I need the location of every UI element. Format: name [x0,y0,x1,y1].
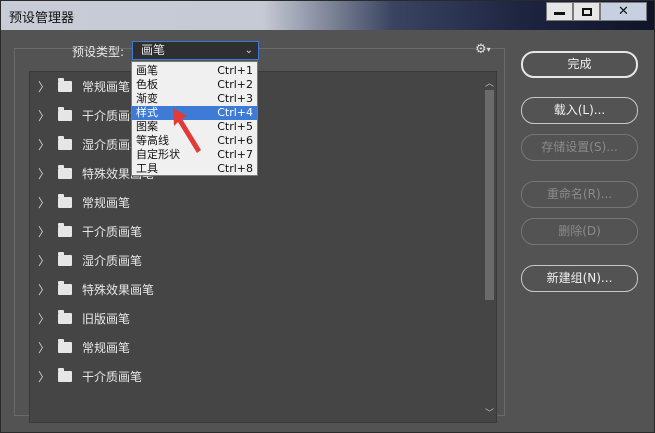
list-item-label: 干介质画笔 [82,225,143,239]
expand-arrow-icon[interactable]: 〉 [38,368,54,385]
option-label: 色板 [136,78,158,91]
scroll-up-icon[interactable]: ︿ [485,76,494,89]
folder-icon [58,252,72,266]
list-item-label: 常规画笔 [82,341,131,355]
minimize-button[interactable] [546,2,573,21]
list-item-label: 常规画笔 [82,196,131,210]
dropdown-option-gradients[interactable]: 渐变 Ctrl+3 [132,92,257,106]
option-shortcut: Ctrl+3 [217,92,253,105]
expand-arrow-icon[interactable]: 〉 [38,310,54,327]
title-bar[interactable]: 预设管理器 ✕ [1,1,654,30]
list-item[interactable]: 〉 常规画笔 [30,333,480,362]
option-label: 工具 [136,162,158,175]
folder-icon [58,281,72,295]
close-button[interactable]: ✕ [600,2,647,21]
expand-arrow-icon[interactable]: 〉 [38,165,54,182]
option-label: 渐变 [136,92,158,105]
chevron-down-icon: ⌄ [244,45,253,56]
maximize-button[interactable] [573,2,600,21]
annotation-arrow-icon [173,108,201,153]
folder-icon [58,310,72,324]
option-label: 画笔 [136,64,158,77]
list-item[interactable]: 〉 干介质画笔 [30,217,480,246]
list-item-label: 旧版画笔 [82,312,131,326]
close-icon: ✕ [618,4,629,19]
preset-manager-window: 预设管理器 ✕ 预设类型: 画笔 ⌄ ⚙▾ 〉常规画笔 〉干介质画笔 〉湿介质画… [0,0,655,433]
done-button[interactable]: 完成 [521,51,638,78]
list-item[interactable]: 〉 干介质画笔 [30,362,480,391]
settings-menu-button[interactable]: ⚙▾ [475,42,491,57]
expand-arrow-icon[interactable]: 〉 [38,194,54,211]
expand-arrow-icon[interactable]: 〉 [38,136,54,153]
folder-icon [58,368,72,382]
gear-icon: ⚙ [475,42,487,57]
folder-icon [58,223,72,237]
option-label: 图案 [136,120,158,133]
expand-arrow-icon[interactable]: 〉 [38,78,54,95]
preset-type-label: 预设类型: [72,45,125,59]
load-button[interactable]: 载入(L)... [521,97,638,124]
list-item[interactable]: 〉 常规画笔 [30,188,480,217]
option-label: 样式 [136,106,158,119]
save-set-button[interactable]: 存储设置(S)... [521,134,638,161]
list-item[interactable]: 〉 旧版画笔 [30,304,480,333]
expand-arrow-icon[interactable]: 〉 [38,107,54,124]
dropdown-option-tools[interactable]: 工具 Ctrl+8 [132,162,257,176]
dropdown-option-brushes[interactable]: 画笔 Ctrl+1 [132,64,257,78]
window-title: 预设管理器 [9,11,75,26]
scroll-down-icon[interactable]: ﹀ [485,406,494,419]
list-item-label: 湿介质画笔 [82,254,143,268]
folder-icon [58,339,72,353]
dropdown-triangle-icon: ▾ [486,45,491,54]
delete-button[interactable]: 删除(D) [521,218,638,245]
option-shortcut: Ctrl+5 [217,120,253,133]
dialog-client: 预设类型: 画笔 ⌄ ⚙▾ 〉常规画笔 〉干介质画笔 〉湿介质画笔 〉特殊效果画… [5,30,650,429]
preset-type-value: 画笔 [141,43,166,57]
expand-arrow-icon[interactable]: 〉 [38,252,54,269]
folder-icon [58,136,72,150]
preset-list[interactable]: 〉常规画笔 〉干介质画笔 〉湿介质画笔 〉特殊效果画笔 〉常规画笔 〉干介质画笔… [29,71,497,423]
maximize-icon [581,7,592,16]
scroll-thumb[interactable] [485,90,494,300]
folder-icon [58,78,72,92]
list-item-label: 常规画笔 [82,80,131,94]
option-label: 等高线 [136,134,169,147]
dropdown-option-swatches[interactable]: 色板 Ctrl+2 [132,78,257,92]
list-scrollbar[interactable]: ︿ ﹀ [482,72,496,422]
list-item-label: 干介质画笔 [82,370,143,384]
list-item[interactable]: 〉 湿介质画笔 [30,246,480,275]
folder-icon [58,194,72,208]
expand-arrow-icon[interactable]: 〉 [38,223,54,240]
folder-icon [58,165,72,179]
new-group-button[interactable]: 新建组(N)... [521,265,638,292]
list-item-label: 特殊效果画笔 [82,283,155,297]
expand-arrow-icon[interactable]: 〉 [38,339,54,356]
expand-arrow-icon[interactable]: 〉 [38,281,54,298]
option-shortcut: Ctrl+2 [217,78,253,91]
list-item[interactable]: 〉 特殊效果画笔 [30,275,480,304]
minimize-icon [554,12,565,15]
preset-type-select[interactable]: 画笔 ⌄ [132,41,259,60]
option-shortcut: Ctrl+8 [217,162,253,175]
rename-button[interactable]: 重命名(R)... [521,181,638,208]
folder-icon [58,107,72,121]
option-shortcut: Ctrl+4 [217,106,253,119]
option-shortcut: Ctrl+7 [217,148,253,161]
option-shortcut: Ctrl+1 [217,64,253,77]
option-shortcut: Ctrl+6 [217,134,253,147]
